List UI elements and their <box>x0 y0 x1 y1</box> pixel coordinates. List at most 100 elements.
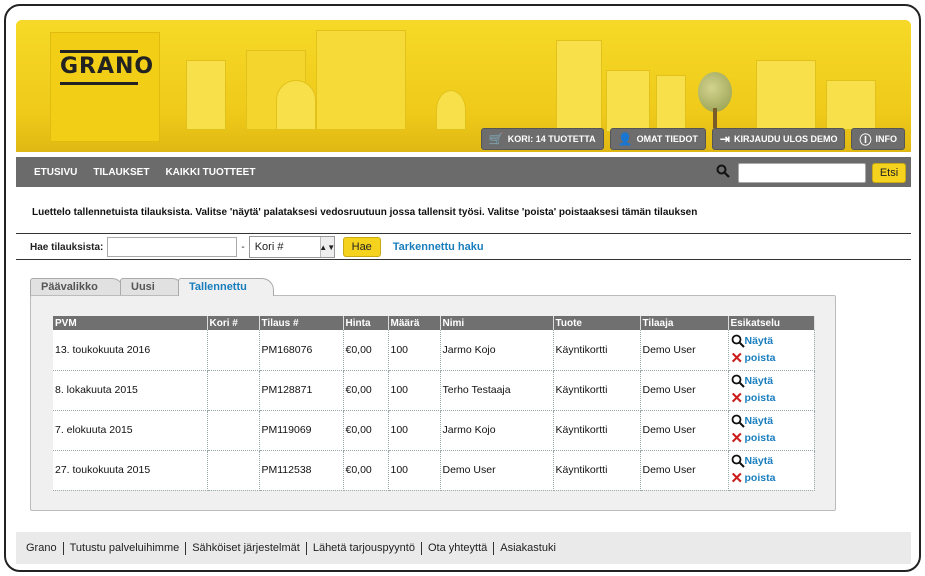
logout-button[interactable]: ⇥ KIRJAUDU ULOS DEMO <box>711 128 846 150</box>
footer-link-yhteytta[interactable]: Ota yhteyttä <box>420 541 493 555</box>
footer-link-grano[interactable]: Grano <box>16 542 63 555</box>
cell-pvm: 13. toukokuuta 2016 <box>53 330 208 371</box>
cell-tilaaja: Demo User <box>640 370 729 411</box>
table-header-row: PVM Kori # Tilaus # Hinta Määrä Nimi Tuo… <box>53 316 815 330</box>
cell-nimi: Jarmo Kojo <box>440 410 554 451</box>
cell-tuote: Käyntikortti <box>553 410 641 451</box>
cell-nimi: Terho Testaaja <box>440 370 554 411</box>
page: GRANO 🛒 KORI: 14 TUOTETTA 👤 OMAT TIEDOT … <box>16 20 911 564</box>
show-link[interactable]: Näytä <box>731 414 812 428</box>
search-button[interactable]: Etsi <box>872 163 906 183</box>
cell-tilaus: PM112538 <box>259 450 344 491</box>
delete-link[interactable]: ✕ poista <box>731 391 812 406</box>
range-dash: - <box>241 241 245 253</box>
nav-item-tilaukset[interactable]: TILAUKSET <box>93 167 149 178</box>
order-search-input[interactable] <box>107 237 238 257</box>
advanced-search-link[interactable]: Tarkennettu haku <box>393 241 484 253</box>
delete-x-icon: ✕ <box>730 470 744 487</box>
col-tilaaja: Tilaaja <box>640 316 729 330</box>
col-nimi: Nimi <box>440 316 554 330</box>
col-pvm: PVM <box>53 316 208 330</box>
saved-orders-table: PVM Kori # Tilaus # Hinta Määrä Nimi Tuo… <box>53 316 815 491</box>
cell-pvm: 8. lokakuuta 2015 <box>53 370 208 411</box>
show-link[interactable]: Näytä <box>731 334 812 348</box>
cell-kori <box>207 410 260 451</box>
footer-link-asiakastuki[interactable]: Asiakastuki <box>493 541 562 555</box>
delete-link[interactable]: ✕ poista <box>731 471 812 486</box>
cell-hinta: €0,00 <box>343 450 389 491</box>
cell-pvm: 27. toukokuuta 2015 <box>53 450 208 491</box>
table-row: 27. toukokuuta 2015 PM112538 €0,00 100 Demo … <box>53 450 815 491</box>
delete-x-icon: ✕ <box>730 349 744 367</box>
cell-kori <box>207 330 260 371</box>
delete-link[interactable]: ✕ poista <box>731 351 812 366</box>
tab-tallennettu[interactable]: Tallennettu <box>178 278 274 296</box>
magnifier-icon <box>731 334 745 348</box>
col-esikatselu: Esikatselu <box>728 316 815 330</box>
table-row: 8. lokakuuta 2015 PM128871 €0,00 100 Terho T… <box>53 370 815 411</box>
tab-uusi[interactable]: Uusi <box>120 278 184 296</box>
cell-tilaus: PM119069 <box>259 410 344 451</box>
tab-paavalikko[interactable]: Päävalikko <box>30 278 124 296</box>
cell-tilaus: PM128871 <box>259 370 344 411</box>
kori-select[interactable]: Kori # ▲▼ <box>248 236 335 258</box>
cell-tilaaja: Demo User <box>640 410 729 451</box>
delete-x-icon: ✕ <box>730 430 744 447</box>
col-hinta: Hinta <box>343 316 389 330</box>
cell-hinta: €0,00 <box>343 330 389 371</box>
logo-panel <box>50 32 160 142</box>
col-kori: Kori # <box>207 316 260 330</box>
footer-link-tarjouspyynto[interactable]: Lähetä tarjouspyyntö <box>305 541 421 555</box>
my-info-button[interactable]: 👤 OMAT TIEDOT <box>609 128 706 150</box>
cell-maara: 100 <box>388 330 441 371</box>
cell-tilaus: PM168076 <box>259 330 344 371</box>
tree-decoration <box>698 72 732 128</box>
chevron-down-icon: ▲▼ <box>319 237 335 257</box>
cart-button[interactable]: 🛒 KORI: 14 TUOTETTA <box>480 128 604 150</box>
cell-actions: Näytä ✕ poista <box>728 370 815 411</box>
cell-kori <box>207 450 260 491</box>
order-search-row: Hae tilauksista: - Kori # ▲▼ Hae Tarkenn… <box>30 236 484 258</box>
footer-link-palvelut[interactable]: Tutustu palveluihimme <box>62 541 186 555</box>
magnifier-icon <box>731 454 745 468</box>
window-frame: GRANO 🛒 KORI: 14 TUOTETTA 👤 OMAT TIEDOT … <box>4 4 921 572</box>
show-link[interactable]: Näytä <box>731 454 812 468</box>
nav-item-etusivu[interactable]: ETUSIVU <box>34 167 77 178</box>
table-row: 7. elokuuta 2015 PM119069 €0,00 100 Jarmo Ko… <box>53 410 815 451</box>
cell-tuote: Käyntikortti <box>553 450 641 491</box>
footer-link-jarjestelmat[interactable]: Sähköiset järjestelmät <box>185 541 306 555</box>
table-row: 13. toukokuuta 2016 PM168076 €0,00 100 Jarmo… <box>53 330 815 371</box>
cell-hinta: €0,00 <box>343 370 389 411</box>
cell-nimi: Demo User <box>440 450 554 491</box>
delete-x-icon: ✕ <box>730 390 744 407</box>
magnifier-icon <box>731 414 745 428</box>
saved-orders-panel: PVM Kori # Tilaus # Hinta Määrä Nimi Tuo… <box>30 295 836 511</box>
cell-pvm: 7. elokuuta 2015 <box>53 410 208 451</box>
cell-nimi: Jarmo Kojo <box>440 330 554 371</box>
grano-logo[interactable]: GRANO <box>60 54 154 79</box>
logout-icon: ⇥ <box>719 132 730 146</box>
cell-actions: Näytä ✕ poista <box>728 450 815 491</box>
delete-link[interactable]: ✕ poista <box>731 431 812 446</box>
info-button[interactable]: ⓘ INFO <box>851 128 905 150</box>
header-banner: GRANO 🛒 KORI: 14 TUOTETTA 👤 OMAT TIEDOT … <box>16 20 911 152</box>
col-tuote: Tuote <box>553 316 641 330</box>
cell-tuote: Käyntikortti <box>553 330 641 371</box>
cell-actions: Näytä ✕ poista <box>728 410 815 451</box>
cell-kori <box>207 370 260 411</box>
cell-maara: 100 <box>388 370 441 411</box>
hae-button[interactable]: Hae <box>342 237 381 257</box>
intro-text: Luettelo tallennetuista tilauksista. Val… <box>32 207 698 218</box>
show-link[interactable]: Näytä <box>731 374 812 388</box>
footer: Grano Tutustu palveluihimme Sähköiset jä… <box>16 532 911 564</box>
order-search-label: Hae tilauksista: <box>30 241 104 253</box>
cell-hinta: €0,00 <box>343 410 389 451</box>
divider <box>16 233 911 234</box>
nav-item-kaikki-tuotteet[interactable]: KAIKKI TUOTTEET <box>165 167 255 178</box>
cell-maara: 100 <box>388 410 441 451</box>
col-maara: Määrä <box>388 316 441 330</box>
cell-actions: Näytä ✕ poista <box>728 330 815 371</box>
user-icon: 👤 <box>617 132 633 146</box>
nav-search-input[interactable] <box>738 163 866 183</box>
cell-tilaaja: Demo User <box>640 450 729 491</box>
